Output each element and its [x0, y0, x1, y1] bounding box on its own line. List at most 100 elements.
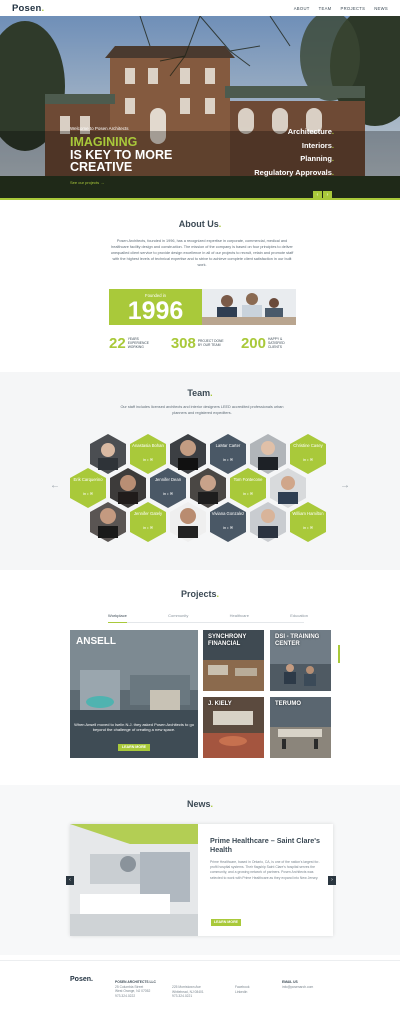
office-team-photo [202, 289, 296, 325]
member-name[interactable]: Erik Carquerino [70, 477, 106, 482]
member-name[interactable]: William Hamilton [290, 511, 326, 516]
stat-clients: 200 HAPPY & SATISFIED CLIENTS [240, 334, 285, 352]
hero-prev-button[interactable]: ‹ [313, 191, 322, 199]
tab-community[interactable]: Community [168, 613, 188, 623]
team-title: Team. [187, 388, 213, 398]
footer-address-1: POSEN ARCHITECTS LLC 25 Columbia Street W… [115, 980, 156, 998]
hex-photo-3 [250, 434, 286, 474]
logo[interactable]: Posen. [12, 3, 44, 14]
hex-member-5 [150, 468, 186, 508]
project-name: DSI - TRAINING CENTER [275, 634, 320, 647]
project-card-terumo[interactable]: TERUMO [270, 697, 331, 758]
member-social-icons[interactable]: in • ✉ [230, 491, 266, 496]
footer-divider [0, 960, 400, 961]
hero-services-list: Architecture. Interiors. Planning. Regul… [254, 125, 334, 179]
service-planning[interactable]: Planning. [254, 152, 334, 166]
footer-email-link[interactable]: info@posenarch.com [282, 985, 313, 990]
member-social-icons[interactable]: in • ✉ [290, 457, 326, 462]
tab-healthcare[interactable]: Healthcare [230, 613, 249, 623]
news-learn-more-button[interactable]: LEARN MORE [211, 919, 241, 926]
service-interiors[interactable]: Interiors. [254, 139, 334, 153]
hero-slider-arrows: ‹ › [313, 191, 333, 199]
hero-next-button[interactable]: › [323, 191, 332, 199]
hex-member-4 [70, 468, 106, 508]
news-body: Prime Healthcare, based in Ontario, CA, … [210, 860, 320, 880]
member-social-icons[interactable]: in • ✉ [290, 525, 326, 530]
member-social-icons[interactable]: in • ✉ [150, 491, 186, 496]
about-paragraph: Posen Architects, founded in 1996, has a… [110, 239, 294, 267]
team-prev-arrow-icon[interactable]: ← [50, 480, 60, 491]
about-stats: 22 YEARS EXPERIENCE WORKING 308 PROJECT DO… [109, 333, 296, 353]
hero-welcome: Welcome to Posen Architects [70, 126, 129, 131]
member-name[interactable]: Jennifer Gately [130, 511, 166, 516]
project-card-jkiely[interactable]: J. KIELY [203, 697, 264, 758]
hex-photo-5 [190, 468, 226, 508]
tab-education[interactable]: Education [290, 613, 308, 623]
hex-photo-9 [250, 502, 286, 542]
member-social-icons[interactable]: in • ✉ [210, 525, 246, 530]
member-social-icons[interactable]: in • ✉ [210, 457, 246, 462]
stat-years: 22 YEARS EXPERIENCE WORKING [109, 334, 149, 352]
hex-photo-6 [270, 468, 306, 508]
nav-team[interactable]: TEAM [319, 6, 332, 11]
team-hex-grid [70, 434, 326, 542]
member-name[interactable]: Viviana Gonzalez [210, 511, 246, 516]
service-architecture[interactable]: Architecture. [254, 125, 334, 139]
footer-logo[interactable]: Posen. [70, 976, 93, 983]
hex-member-1 [130, 434, 166, 474]
hex-photo-2 [170, 434, 206, 474]
project-card-synchrony[interactable]: SYNCHRONY FINANCIAL [203, 630, 264, 691]
footer-facebook-link[interactable]: Facebook [235, 985, 249, 990]
site-header: Posen. ABOUT TEAM PROJECTS NEWS [0, 0, 400, 16]
hero-section: Welcome to Posen Architects IMAGINING IS… [0, 16, 400, 200]
main-nav: ABOUT TEAM PROJECTS NEWS [294, 6, 388, 11]
member-name[interactable]: Christine Casey [290, 443, 326, 448]
member-name[interactable]: Jennifer Dean [150, 477, 186, 482]
project-card-dsi[interactable]: DSI - TRAINING CENTER [270, 630, 331, 691]
hex-member-7 [130, 502, 166, 542]
tab-workplace[interactable]: Workplace [108, 613, 127, 623]
footer-contact: EMAIL US info@posenarch.com [282, 980, 314, 990]
ansell-interior-image [70, 630, 198, 758]
project-name: ANSELL [76, 636, 116, 647]
member-name[interactable]: LaMar Carter [210, 443, 246, 448]
hero-building-image [0, 16, 400, 200]
learn-more-button[interactable]: LEARN MORE [118, 744, 150, 751]
hex-member-3 [290, 434, 326, 474]
nav-news[interactable]: NEWS [374, 6, 388, 11]
project-name: TERUMO [275, 701, 301, 707]
news-headline[interactable]: Prime Healthcare – Saint Clare's Health [210, 836, 320, 854]
project-name: SYNCHRONY FINANCIAL [208, 634, 247, 647]
service-regulatory[interactable]: Regulatory Approvals. [254, 166, 334, 180]
team-paragraph: Our staff includes licensed architects a… [120, 405, 284, 415]
member-social-icons[interactable]: in • ✉ [70, 491, 106, 496]
projects-scroll-indicator[interactable] [338, 645, 340, 663]
news-next-button[interactable]: › [328, 876, 336, 885]
team-next-arrow-icon[interactable]: → [340, 480, 350, 491]
member-name[interactable]: Anastasia Bohan [130, 443, 166, 448]
project-description: When Ansell moved to Iselin N.J. they as… [74, 722, 194, 732]
nav-about[interactable]: ABOUT [294, 6, 310, 11]
project-tabs: Workplace Community Healthcare Education [108, 613, 308, 623]
news-prev-button[interactable]: ‹ [66, 876, 74, 885]
founded-banner: Founded in 1996 [109, 289, 296, 325]
news-hospital-image [70, 824, 198, 936]
hex-photo-7 [90, 502, 126, 542]
founded-year: 1996 [127, 297, 184, 325]
hex-photo-1 [90, 434, 126, 474]
footer-linkedin-link[interactable]: Linkedin [235, 990, 249, 995]
news-title: News. [186, 799, 214, 809]
hex-member-8 [210, 502, 246, 542]
member-social-icons[interactable]: in • ✉ [130, 457, 166, 462]
about-title: About Us. [178, 219, 222, 229]
see-projects-link[interactable]: See our projects → [70, 180, 104, 185]
stat-projects: 308 PROJECT DONE BY OUR TEAM [170, 334, 224, 352]
member-name[interactable]: Tom Fontecone [230, 477, 266, 482]
project-card-ansell[interactable]: ANSELL When Ansell moved to Iselin N.J. … [70, 630, 198, 758]
hex-member-6 [230, 468, 266, 508]
member-social-icons[interactable]: in • ✉ [130, 525, 166, 530]
nav-projects[interactable]: PROJECTS [340, 6, 365, 11]
hero-headline: IMAGINING IS KEY TO MORE CREATIVE [70, 135, 173, 174]
hex-photo-8 [170, 502, 206, 542]
project-name: J. KIELY [208, 701, 232, 707]
